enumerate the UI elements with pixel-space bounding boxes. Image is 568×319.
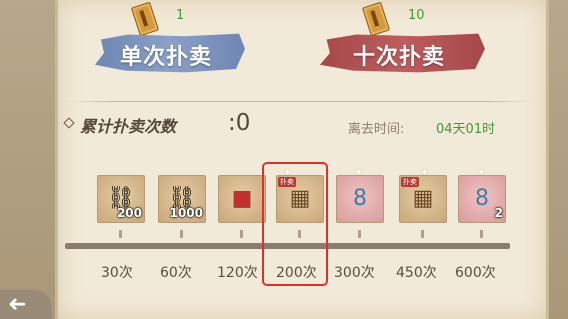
milestone-tick — [480, 230, 483, 238]
milestone-label: 450次 — [396, 265, 437, 281]
leave-time-value: 04天01时 — [436, 122, 496, 137]
gourd-pouch-icon: 8 — [353, 186, 367, 211]
back-arrow-icon: ➜ — [8, 292, 27, 317]
leave-time-label: 离去时间: — [348, 122, 405, 137]
reward-item[interactable]: 8 — [336, 175, 384, 223]
milestone-label: 30次 — [101, 265, 133, 281]
left-background — [0, 0, 60, 319]
red-gift-box-icon: ■ — [231, 186, 253, 211]
reward-quantity: 1000 — [169, 206, 203, 220]
single-cost: 1 — [176, 8, 185, 23]
milestone-tick — [240, 230, 243, 238]
reward-item[interactable]: 8 2 — [458, 175, 506, 223]
milestone-label: 600次 — [455, 265, 496, 281]
cumulative-label: 累计扑卖次数 — [80, 117, 177, 136]
highlight-box — [262, 162, 328, 286]
gourd-pouch-icon: 8 — [475, 186, 489, 211]
reward-item[interactable]: ⛓ 1000 — [158, 175, 206, 223]
reward-quantity: 200 — [116, 206, 142, 220]
milestone-tick — [358, 230, 361, 238]
milestone-tick — [180, 230, 183, 238]
reward-item[interactable]: ⛓ 200 — [97, 175, 145, 223]
cumulative-value: :0 — [228, 110, 251, 136]
single-auction-label: 单次扑卖 — [120, 45, 213, 70]
milestone-label: 300次 — [334, 265, 375, 281]
milestone-label: 120次 — [217, 265, 258, 281]
divider — [65, 101, 535, 102]
milestone-tick — [421, 230, 424, 238]
reward-item[interactable]: ■ — [218, 175, 266, 223]
treasure-chest-icon: ▦ — [412, 186, 434, 211]
ten-cost: 10 — [408, 8, 425, 23]
ten-auction-label: 十次扑卖 — [353, 45, 446, 70]
milestone-tick — [119, 230, 122, 238]
reward-quantity: 2 — [494, 206, 503, 220]
milestone-label: 60次 — [160, 265, 192, 281]
reward-item[interactable]: 扑卖 ▦ — [399, 175, 447, 223]
